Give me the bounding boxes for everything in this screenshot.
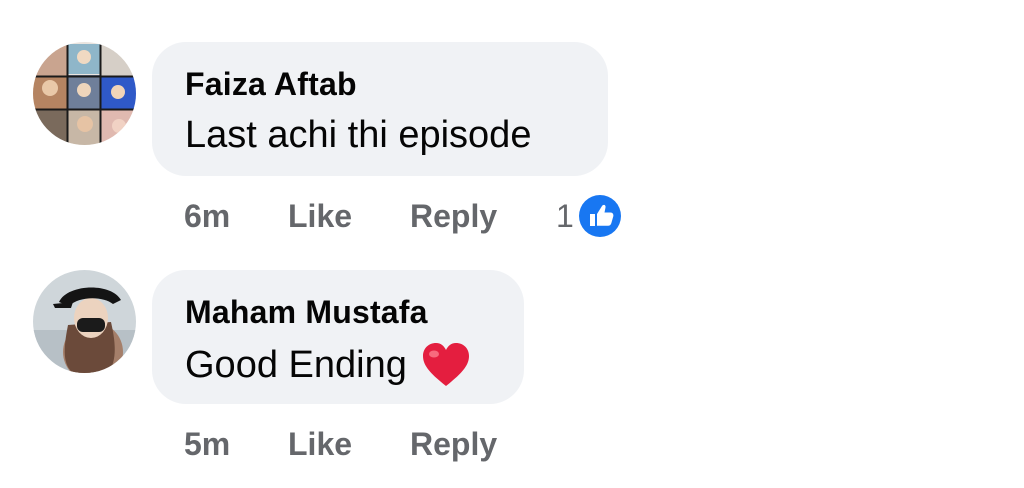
- like-button[interactable]: Like: [288, 198, 410, 235]
- comment-author[interactable]: Maham Mustafa: [185, 294, 428, 331]
- avatar[interactable]: [33, 270, 136, 373]
- comment-timestamp[interactable]: 6m: [184, 198, 288, 235]
- reply-button[interactable]: Reply: [410, 198, 556, 235]
- comment-author[interactable]: Faiza Aftab: [185, 66, 357, 103]
- comment-actions: 6m Like Reply 1: [184, 194, 622, 238]
- comment-timestamp[interactable]: 5m: [184, 426, 288, 463]
- comment-text-content: Last achi thi episode: [185, 114, 532, 156]
- like-icon: [578, 195, 621, 237]
- like-button[interactable]: Like: [288, 426, 410, 463]
- reply-button[interactable]: Reply: [410, 426, 556, 463]
- comment-text-content: Good Ending: [185, 343, 407, 386]
- avatar-photo-image: [33, 270, 136, 373]
- reaction-count: 1: [556, 197, 574, 234]
- comment-text: Good Ending: [185, 342, 471, 388]
- comment-text: Last achi thi episode: [185, 114, 531, 157]
- comment-bubble: Faiza Aftab Last achi thi episode: [152, 42, 608, 176]
- avatar[interactable]: [33, 42, 136, 145]
- avatar-collage-image: [33, 42, 136, 145]
- heart-icon: [422, 343, 469, 386]
- comment-actions: 5m Like Reply: [184, 422, 556, 466]
- comment-bubble: Maham Mustafa Good Ending: [152, 270, 524, 404]
- reaction-summary[interactable]: 1: [556, 194, 622, 238]
- comments-section: Faiza Aftab Last achi thi episode 6m Lik…: [0, 0, 1024, 488]
